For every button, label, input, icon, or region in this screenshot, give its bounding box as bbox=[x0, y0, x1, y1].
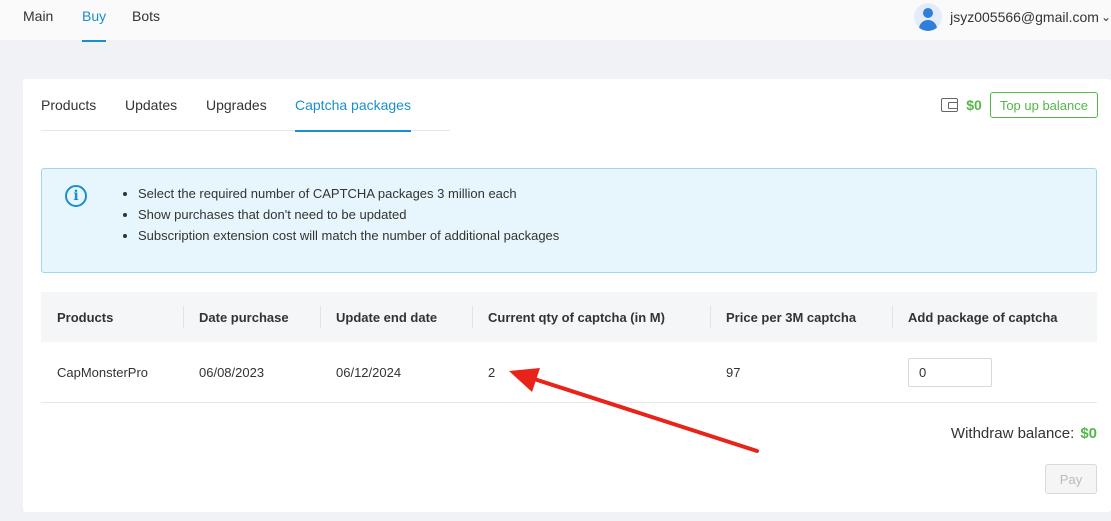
cell-product: CapMonsterPro bbox=[57, 364, 149, 380]
info-alert: i Select the required number of CAPTCHA … bbox=[41, 168, 1097, 273]
table-row: CapMonsterPro 06/08/2023 06/12/2024 2 97 bbox=[41, 342, 1097, 403]
nav-bots[interactable]: Bots bbox=[132, 8, 160, 40]
top-navigation: Main Buy Bots jsyz005566@gmail.com ⌄ bbox=[0, 0, 1111, 42]
wallet-icon bbox=[941, 98, 959, 112]
pay-button[interactable]: Pay bbox=[1045, 464, 1097, 494]
withdraw-label: Withdraw balance: bbox=[950, 425, 1075, 442]
tab-products[interactable]: Products bbox=[41, 97, 96, 131]
header-price: Price per 3M captcha bbox=[710, 292, 892, 342]
header-update-end-date: Update end date bbox=[320, 292, 472, 342]
tab-updates[interactable]: Updates bbox=[125, 97, 177, 131]
cell-add-package bbox=[892, 342, 1097, 402]
top-up-balance-button[interactable]: Top up balance bbox=[989, 92, 1098, 118]
nav-main[interactable]: Main bbox=[23, 8, 53, 40]
balance-amount: $0 bbox=[966, 97, 982, 113]
header-current-qty: Current qty of captcha (in M) bbox=[472, 292, 710, 342]
withdraw-balance: Withdraw balance: $0 bbox=[951, 425, 1097, 442]
add-package-input[interactable] bbox=[908, 357, 992, 387]
withdraw-amount: $0 bbox=[1080, 425, 1097, 442]
header-date-purchase: Date purchase bbox=[183, 292, 320, 342]
cell-update-end-date: 06/12/2024 bbox=[336, 364, 402, 380]
info-list: Select the required number of CAPTCHA pa… bbox=[138, 186, 559, 249]
header-add-package: Add package of captcha bbox=[892, 292, 1097, 342]
avatar-icon bbox=[914, 3, 943, 31]
cell-current-qty: 2 bbox=[488, 364, 496, 380]
balance-area: $0 Top up balance bbox=[941, 92, 1098, 118]
tab-upgrades[interactable]: Upgrades bbox=[206, 97, 267, 131]
user-email: jsyz005566@gmail.com bbox=[950, 9, 1099, 25]
info-item: Show purchases that don't need to be upd… bbox=[138, 207, 559, 228]
table-header: Products Date purchase Update end date C… bbox=[41, 292, 1097, 342]
tab-bar: Products Updates Upgrades Captcha packag… bbox=[41, 79, 450, 132]
header-products: Products bbox=[57, 309, 114, 325]
info-icon: i bbox=[65, 185, 87, 207]
user-menu[interactable]: jsyz005566@gmail.com ⌄ bbox=[914, 2, 1111, 32]
nav-buy[interactable]: Buy bbox=[82, 8, 107, 42]
captcha-packages-table: Products Date purchase Update end date C… bbox=[41, 292, 1097, 403]
main-card: Products Updates Upgrades Captcha packag… bbox=[23, 79, 1111, 512]
info-item: Subscription extension cost will match t… bbox=[138, 228, 559, 249]
info-item: Select the required number of CAPTCHA pa… bbox=[138, 186, 559, 207]
cell-price: 97 bbox=[726, 364, 741, 380]
cell-date-purchase: 06/08/2023 bbox=[199, 364, 265, 380]
chevron-down-icon: ⌄ bbox=[1100, 10, 1111, 24]
tab-captcha-packages[interactable]: Captcha packages bbox=[295, 97, 411, 132]
